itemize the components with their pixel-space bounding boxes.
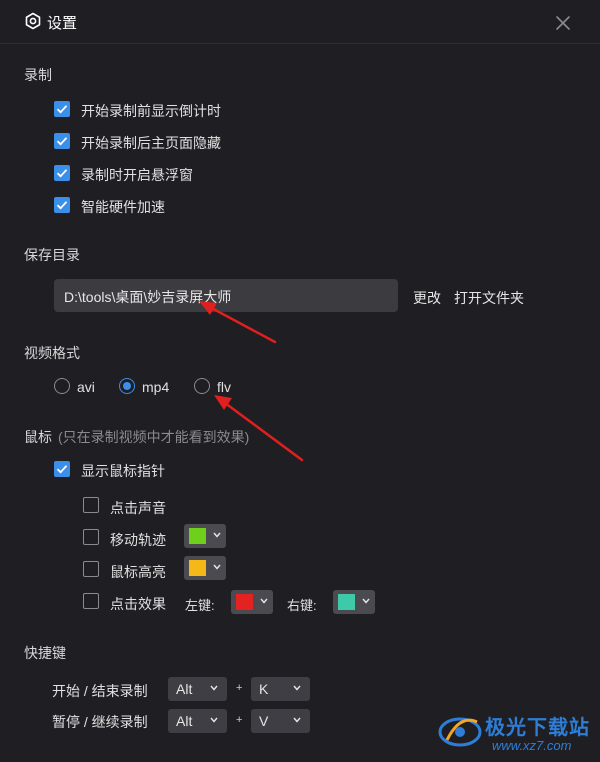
- pause-resume-modifier-select[interactable]: Alt: [168, 709, 227, 733]
- format-flv-radio[interactable]: [194, 378, 210, 394]
- hide-main-label: 开始录制后主页面隐藏: [81, 135, 221, 151]
- mouse-hint: (只在录制视频中才能看到效果): [58, 429, 250, 445]
- mouse-section-title: 鼠标 (只在录制视频中才能看到效果): [24, 427, 249, 447]
- plus-sign: +: [236, 714, 243, 726]
- highlight-label: 鼠标高亮: [110, 564, 166, 580]
- countdown-checkbox[interactable]: [54, 101, 70, 117]
- chevron-down-icon: [260, 598, 268, 604]
- chevron-down-icon: [362, 598, 370, 604]
- countdown-label: 开始录制前显示倒计时: [81, 103, 221, 119]
- left-key-color-swatch: [236, 594, 253, 610]
- change-dir-button[interactable]: 更改: [413, 288, 441, 308]
- checkmark-icon: [56, 137, 68, 146]
- move-track-color-swatch: [189, 528, 206, 544]
- chevron-down-icon: [293, 717, 301, 723]
- format-mp4-radio[interactable]: [119, 378, 135, 394]
- hide-main-checkbox[interactable]: [54, 133, 70, 149]
- chevron-down-icon: [293, 685, 301, 691]
- watermark-logo: [438, 717, 482, 747]
- checkmark-icon: [56, 169, 68, 178]
- checkmark-icon: [56, 105, 68, 114]
- start-stop-label: 开始 / 结束录制: [52, 683, 148, 699]
- right-key-color-swatch: [338, 594, 355, 610]
- move-track-label: 移动轨迹: [110, 532, 166, 548]
- open-folder-button[interactable]: 打开文件夹: [454, 288, 524, 308]
- floating-window-checkbox[interactable]: [54, 165, 70, 181]
- watermark-name: 极光下载站: [485, 717, 590, 739]
- chevron-down-icon: [213, 532, 221, 538]
- start-stop-modifier-value: Alt: [176, 681, 193, 697]
- format-flv-label: flv: [217, 379, 231, 395]
- start-stop-modifier-select[interactable]: Alt: [168, 677, 227, 701]
- checkmark-icon: [56, 465, 68, 474]
- pause-resume-key-value: V: [259, 713, 269, 729]
- start-stop-key-value: K: [259, 681, 269, 697]
- save-dir-section-title: 保存目录: [24, 247, 80, 263]
- pause-resume-label: 暂停 / 继续录制: [52, 714, 148, 730]
- close-icon[interactable]: [552, 12, 574, 34]
- gear-icon: [25, 12, 41, 30]
- save-path-text: D:\tools\桌面\妙吉录屏大师: [64, 289, 232, 305]
- hotkeys-section-title: 快捷键: [24, 645, 66, 661]
- save-path-input[interactable]: D:\tools\桌面\妙吉录屏大师: [54, 279, 398, 312]
- chevron-down-icon: [213, 564, 221, 570]
- click-effect-label: 点击效果: [110, 596, 166, 612]
- right-key-label: 右键:: [287, 598, 317, 613]
- right-key-color-select[interactable]: [333, 590, 375, 614]
- click-sound-checkbox[interactable]: [83, 497, 99, 513]
- highlight-checkbox[interactable]: [83, 561, 99, 577]
- hw-accel-label: 智能硬件加速: [81, 199, 165, 215]
- highlight-color-select[interactable]: [184, 556, 226, 580]
- window-title: 设置: [47, 15, 78, 32]
- format-avi-radio[interactable]: [54, 378, 70, 394]
- click-effect-checkbox[interactable]: [83, 593, 99, 609]
- record-section-title: 录制: [24, 67, 52, 83]
- format-avi-label: avi: [77, 379, 95, 395]
- title-bar: 设置: [0, 0, 600, 44]
- highlight-color-swatch: [189, 560, 206, 576]
- pause-resume-modifier-value: Alt: [176, 713, 193, 729]
- left-key-color-select[interactable]: [231, 590, 273, 614]
- floating-window-label: 录制时开启悬浮窗: [81, 167, 193, 183]
- plus-sign: +: [236, 682, 243, 694]
- move-track-color-select[interactable]: [184, 524, 226, 548]
- chevron-down-icon: [210, 685, 218, 691]
- show-pointer-label: 显示鼠标指针: [81, 463, 165, 479]
- chevron-down-icon: [210, 717, 218, 723]
- checkmark-icon: [56, 201, 68, 210]
- start-stop-key-select[interactable]: K: [251, 677, 310, 701]
- move-track-checkbox[interactable]: [83, 529, 99, 545]
- left-key-label: 左键:: [185, 598, 215, 613]
- click-sound-label: 点击声音: [110, 500, 166, 516]
- video-format-section-title: 视频格式: [24, 345, 80, 361]
- show-pointer-checkbox[interactable]: [54, 461, 70, 477]
- hw-accel-checkbox[interactable]: [54, 197, 70, 213]
- mouse-title: 鼠标: [24, 429, 52, 445]
- watermark-url: www.xz7.com: [492, 738, 572, 753]
- pause-resume-key-select[interactable]: V: [251, 709, 310, 733]
- format-mp4-label: mp4: [142, 379, 170, 395]
